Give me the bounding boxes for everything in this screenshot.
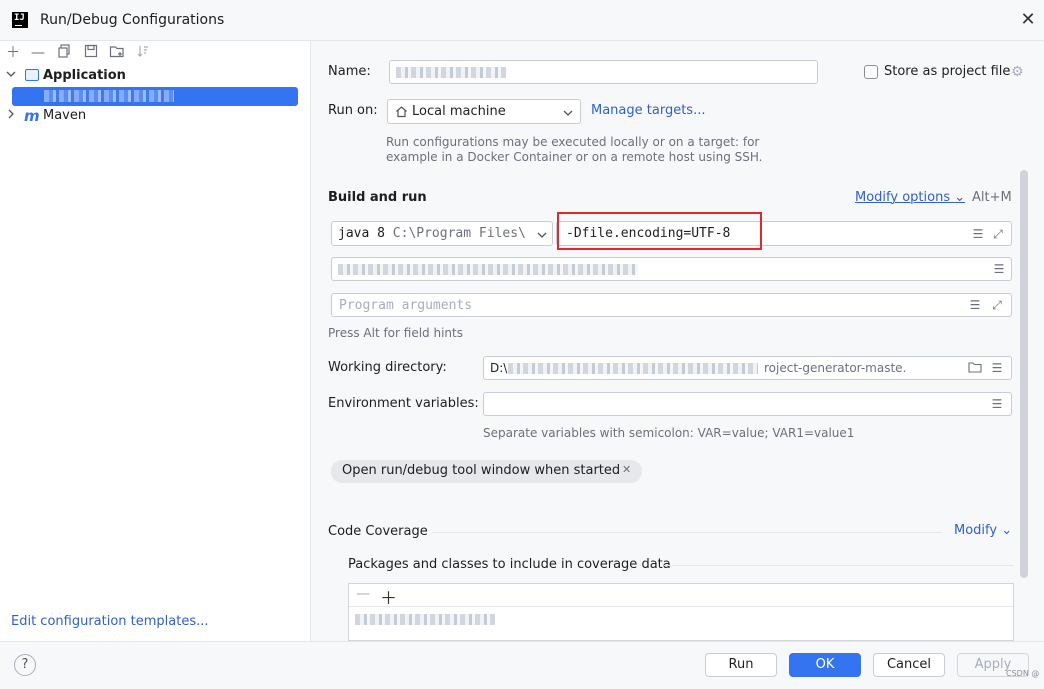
close-chip-icon[interactable]: ✕ — [622, 463, 631, 476]
section-divider — [432, 532, 942, 533]
working-directory-input[interactable]: D:\ roject-generator-maste. ☰ — [483, 356, 1012, 380]
help-icon[interactable]: ? — [14, 654, 36, 676]
working-directory-prefix: D:\ — [490, 361, 508, 375]
chevron-down-icon[interactable] — [6, 66, 20, 86]
build-and-run-heading: Build and run — [328, 190, 427, 205]
chevron-down-icon — [563, 107, 573, 122]
vertical-scrollbar[interactable] — [1020, 170, 1028, 578]
jdk-select[interactable]: java 8 C:\Program Files\ — [331, 221, 553, 246]
packages-label: Packages and classes to include in cover… — [348, 557, 671, 572]
ok-button[interactable]: OK — [789, 653, 861, 677]
modify-options-shortcut: Alt+M — [972, 190, 1012, 205]
modify-coverage-link[interactable]: Modify ⌄ — [954, 523, 1012, 538]
section-divider — [664, 565, 1014, 566]
manage-targets-link[interactable]: Manage targets... — [591, 103, 705, 118]
working-directory-suffix: roject-generator-maste. — [764, 361, 907, 375]
chevron-down-icon — [537, 229, 547, 244]
watermark: CSDN @ — [1006, 669, 1040, 678]
name-label: Name: — [328, 64, 371, 79]
name-input[interactable] — [389, 60, 818, 84]
run-on-hint-line-2: example in a Docker Container or on a re… — [386, 150, 763, 164]
program-arguments-input[interactable]: Program arguments ☰ ⤢ — [331, 293, 1012, 317]
run-on-select[interactable]: Local machine — [387, 99, 581, 124]
expand-icon[interactable]: ⤢ — [991, 227, 1005, 241]
modify-options-link[interactable]: Modify options ⌄ — [855, 190, 965, 205]
redacted-working-directory — [508, 363, 758, 374]
edit-templates-link[interactable]: Edit configuration templates... — [11, 614, 209, 629]
browse-icon[interactable]: ☰ — [992, 262, 1006, 276]
sort-icon[interactable] — [134, 44, 152, 62]
redacted-package-entry — [355, 614, 495, 625]
window-title: Run/Debug Configurations — [40, 12, 225, 28]
redacted-main-class — [338, 264, 638, 275]
main-class-input[interactable]: ☰ — [331, 257, 1012, 281]
program-arguments-placeholder: Program arguments — [339, 298, 473, 313]
gear-icon[interactable]: ⚙ — [1011, 64, 1024, 80]
field-hints-text: Press Alt for field hints — [328, 326, 463, 340]
maven-icon: m — [24, 107, 40, 125]
tree-item-application[interactable]: Application — [43, 66, 126, 86]
home-icon — [395, 105, 408, 122]
copy-icon[interactable] — [55, 44, 73, 62]
configuration-form — [311, 41, 1044, 641]
environment-variables-label: Environment variables: — [328, 396, 479, 411]
expand-text-icon[interactable]: ☰ — [990, 397, 1004, 411]
open-tool-window-chip[interactable]: Open run/debug tool window when started … — [331, 460, 642, 483]
configurations-tree-panel — [0, 41, 311, 641]
application-icon — [25, 69, 39, 81]
expand-text-icon[interactable]: ☰ — [968, 298, 982, 312]
open-tool-window-label: Open run/debug tool window when started — [342, 463, 621, 478]
working-directory-label: Working directory: — [328, 360, 447, 375]
run-button[interactable]: Run — [705, 653, 777, 677]
save-icon[interactable] — [82, 44, 100, 62]
coverage-packages-list[interactable]: — ＋ — [348, 583, 1014, 641]
folder-icon[interactable] — [968, 361, 982, 375]
run-on-hint-line-1: Run configurations may be executed local… — [386, 135, 760, 149]
expand-text-icon[interactable]: ☰ — [990, 361, 1004, 375]
new-folder-icon[interactable] — [108, 44, 126, 62]
redacted-name-value — [396, 67, 506, 78]
code-coverage-heading: Code Coverage — [328, 524, 428, 539]
expand-icon[interactable]: ⤢ — [990, 298, 1004, 312]
close-icon[interactable]: ✕ — [1018, 10, 1038, 30]
environment-variables-hint: Separate variables with semicolon: VAR=v… — [483, 426, 855, 440]
jdk-name: java 8 — [338, 226, 385, 241]
chevron-right-icon[interactable] — [6, 106, 20, 126]
environment-variables-input[interactable]: ☰ — [483, 392, 1012, 416]
remove-icon[interactable]: — — [29, 44, 47, 62]
run-on-label: Run on: — [328, 103, 378, 118]
intellij-logo-icon: IJ — [12, 12, 28, 28]
cancel-button[interactable]: Cancel — [873, 653, 945, 677]
add-icon[interactable]: ＋ — [4, 44, 22, 62]
store-project-file-label: Store as project file — [884, 64, 1011, 79]
highlight-box — [557, 212, 762, 250]
run-on-value: Local machine — [412, 104, 506, 119]
store-project-file-checkbox[interactable] — [864, 65, 878, 79]
redacted-config-name — [44, 90, 174, 102]
jdk-path: C:\Program Files\ — [392, 226, 526, 241]
expand-text-icon[interactable]: ☰ — [971, 227, 985, 241]
tree-item-maven[interactable]: Maven — [43, 106, 86, 126]
remove-icon[interactable]: — — [356, 586, 370, 602]
